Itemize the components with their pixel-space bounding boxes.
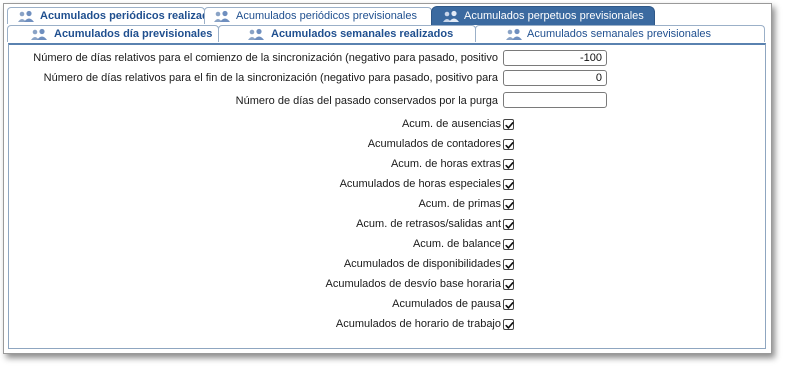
checkbox-ausencias[interactable] xyxy=(503,119,514,130)
users-group-icon xyxy=(30,28,48,41)
tab-acumulados-semanales-previsionales[interactable]: Acumulados semanales previsionales xyxy=(475,25,765,42)
sync-start-label: Número de días relativos para el comienz… xyxy=(33,52,498,64)
checkbox-label-disponibilidades: Acumulados de disponibilidades xyxy=(343,258,501,270)
checkbox-pausa[interactable] xyxy=(503,299,514,310)
checkbox-horario-de-trabajo[interactable] xyxy=(503,319,514,330)
checkmark-icon xyxy=(505,262,514,269)
checkbox-horas-especiales[interactable] xyxy=(503,179,514,190)
users-group-icon xyxy=(442,10,460,23)
tab-label: Acumulados perpetuos previsionales xyxy=(464,10,644,22)
checkmark-icon xyxy=(505,322,514,329)
users-group-icon xyxy=(17,10,35,23)
checkbox-desvio-base-horaria[interactable] xyxy=(503,279,514,290)
checkbox-primas[interactable] xyxy=(503,199,514,210)
checkbox-balance[interactable] xyxy=(503,239,514,250)
users-group-icon xyxy=(213,10,231,23)
tab-label: Acumulados semanales realizados xyxy=(271,28,454,40)
tab-acumulados-perpetuos-previsionales[interactable]: Acumulados perpetuos previsionales xyxy=(431,6,655,25)
tab-label: Acumulados periódicos realizados xyxy=(40,10,205,22)
tab-acumulados-periodicos-previsionales[interactable]: Acumulados periódicos previsionales xyxy=(204,7,432,24)
purge-days-input[interactable] xyxy=(503,92,607,108)
tab-acumulados-semanales-realizados[interactable]: Acumulados semanales realizados xyxy=(218,25,476,42)
checkbox-label-horas-extras: Acum. de horas extras xyxy=(390,158,501,170)
sync-end-label: Número de días relativos para el fin de … xyxy=(43,72,498,84)
checkmark-icon xyxy=(505,302,514,309)
checkmark-icon xyxy=(505,282,514,289)
checkbox-label-desvio-base-horaria: Acumulados de desvío base horaria xyxy=(325,278,502,290)
checkbox-label-horario-de-trabajo: Acumulados de horario de trabajo xyxy=(335,318,501,330)
checkmark-icon xyxy=(505,202,514,209)
checkbox-horas-extras[interactable] xyxy=(503,159,514,170)
checkbox-label-ausencias: Acum. de ausencias xyxy=(401,118,501,130)
sync-start-input[interactable] xyxy=(503,50,607,66)
tab-acumulados-periodicos-realizados[interactable]: Acumulados periódicos realizados xyxy=(7,7,205,24)
users-group-icon xyxy=(505,28,523,41)
checkbox-label-retrasos-salidas: Acum. de retrasos/salidas ant xyxy=(356,218,501,230)
tab-label: Acumulados periódicos previsionales xyxy=(236,10,417,22)
checkmark-icon xyxy=(505,162,514,169)
checkmark-icon xyxy=(505,142,514,149)
checkmark-icon xyxy=(505,182,514,189)
checkbox-label-balance: Acum. de balance xyxy=(412,238,501,250)
tab-label: Acumulados día previsionales xyxy=(54,28,213,40)
checkmark-icon xyxy=(505,122,514,129)
checkbox-label-horas-especiales: Acumulados de horas especiales xyxy=(339,178,501,190)
tab-acumulados-dia-previsionales[interactable]: Acumulados día previsionales xyxy=(7,25,219,42)
tab-label: Acumulados semanales previsionales xyxy=(527,28,712,40)
purge-days-label: Número de días del pasado conservados po… xyxy=(235,95,498,107)
checkbox-retrasos-salidas[interactable] xyxy=(503,219,514,230)
checkmark-icon xyxy=(505,242,514,249)
checkbox-label-contadores: Acumulados de contadores xyxy=(367,138,501,150)
checkbox-contadores[interactable] xyxy=(503,139,514,150)
checkbox-label-pausa: Acumulados de pausa xyxy=(392,298,501,310)
checkbox-disponibilidades[interactable] xyxy=(503,259,514,270)
sync-end-input[interactable] xyxy=(503,70,607,86)
checkmark-icon xyxy=(505,222,514,229)
users-group-icon xyxy=(247,28,265,41)
checkbox-label-primas: Acum. de primas xyxy=(418,198,501,210)
